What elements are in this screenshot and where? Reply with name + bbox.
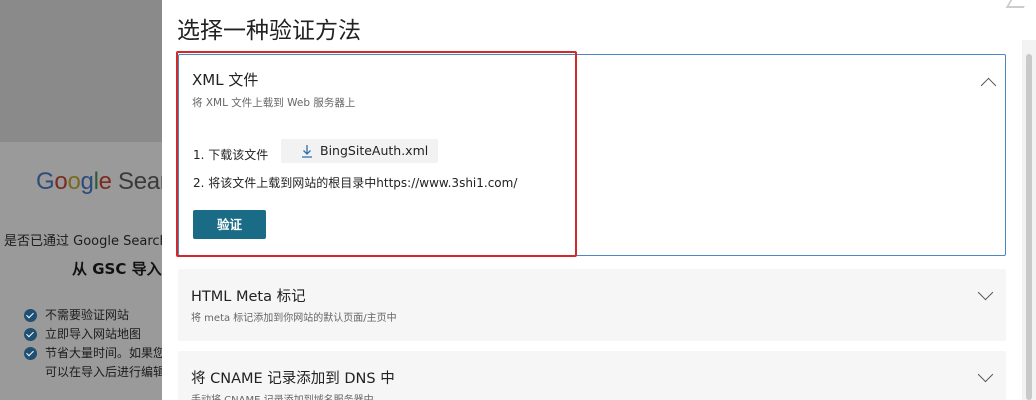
meta-option-subtitle: 将 meta 标记添加到你网站的默认页面/主页中 <box>191 313 397 324</box>
check-circle-icon <box>24 347 37 360</box>
meta-option-title: HTML Meta 标记 <box>191 289 306 305</box>
check-circle-icon <box>24 309 37 322</box>
benefit-continuation: 可以在导入后进行编辑 <box>45 365 162 379</box>
chevron-up-icon[interactable] <box>980 77 997 94</box>
scroll-indicator-icon <box>1005 0 1029 8</box>
xml-file-option[interactable]: XML 文件 将 XML 文件上载到 Web 服务器上 1. 下载该文件 Bin… <box>178 54 1006 256</box>
panel-title: 选择一种验证方法 <box>177 18 361 44</box>
check-circle-icon <box>24 328 37 341</box>
list-item: 节省大量时间。如果您 <box>24 344 162 363</box>
google-search-console-logo: Google Sear <box>36 168 162 195</box>
scrollbar-thumb[interactable] <box>1026 54 1032 400</box>
html-meta-option[interactable]: HTML Meta 标记 将 meta 标记添加到你网站的默认页面/主页中 <box>178 269 1006 341</box>
download-file-name: BingSiteAuth.xml <box>320 143 429 158</box>
chevron-down-icon[interactable] <box>977 284 994 301</box>
verification-panel: 选择一种验证方法 XML 文件 将 XML 文件上载到 Web 服务器上 1. … <box>162 0 1036 400</box>
cname-option-title: 将 CNAME 记录添加到 DNS 中 <box>191 371 395 387</box>
download-icon <box>302 145 312 158</box>
download-file-button[interactable]: BingSiteAuth.xml <box>281 139 438 163</box>
cname-option-subtitle: 手动将 CNAME 记录添加到域名服务器中 <box>191 391 374 400</box>
cname-option[interactable]: 将 CNAME 记录添加到 DNS 中 手动将 CNAME 记录添加到域名服务器… <box>178 351 1006 400</box>
chevron-down-icon[interactable] <box>977 366 994 383</box>
gsc-question-text: 是否已通过 Google Search <box>4 234 162 249</box>
background-page: Google Sear 是否已通过 Google Search 从 GSC 导入… <box>0 142 162 400</box>
step-download-label: 1. 下载该文件 <box>193 148 269 162</box>
panel-scrollbar[interactable] <box>1022 40 1036 400</box>
verify-button[interactable]: 验证 <box>193 210 266 239</box>
list-item: 不需要验证网站 <box>24 306 162 325</box>
gsc-benefits-list: 不需要验证网站 立即导入网站地图 节省大量时间。如果您 可以在导入后进行编辑 <box>24 306 162 382</box>
background-overlay-top <box>0 0 162 142</box>
list-item: 立即导入网站地图 <box>24 325 162 344</box>
step-upload-instruction: 2. 将该文件上载到网站的根目录中https://www.3shi1.com/ <box>193 176 518 190</box>
xml-option-title: XML 文件 <box>192 71 259 89</box>
xml-option-subtitle: 将 XML 文件上载到 Web 服务器上 <box>192 97 356 109</box>
gsc-import-heading: 从 GSC 导入 <box>72 260 162 278</box>
